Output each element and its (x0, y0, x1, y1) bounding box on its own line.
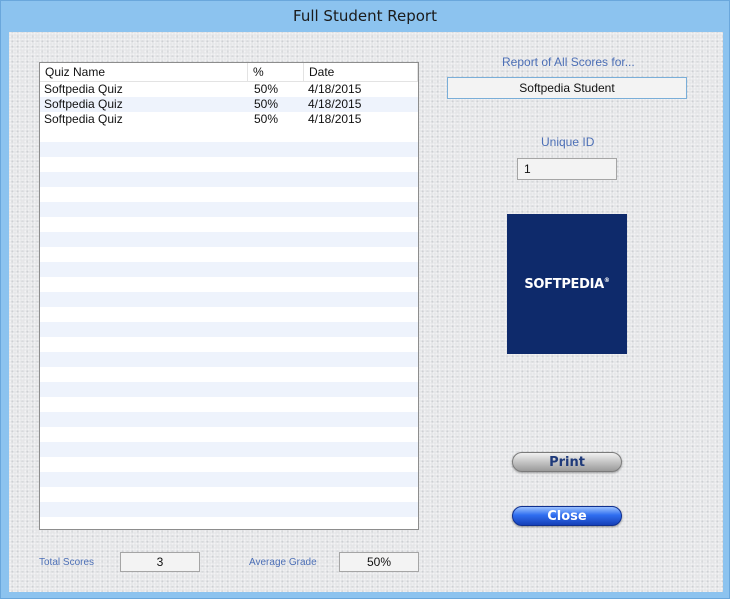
percent-cell: 50% (254, 112, 279, 126)
empty-row (40, 517, 418, 529)
table-row[interactable]: Softpedia Quiz 50% 4/18/2015 (40, 97, 418, 112)
close-button[interactable]: Close (512, 506, 622, 526)
empty-row (40, 457, 418, 472)
total-scores-label: Total Scores (39, 557, 95, 568)
logo-wordmark: SOFTPEDIA® (524, 276, 610, 292)
window-title: Full Student Report (293, 7, 437, 25)
list-header: Quiz Name % Date (40, 63, 418, 82)
empty-row (40, 337, 418, 352)
empty-row (40, 367, 418, 382)
empty-row (40, 502, 418, 517)
average-grade-field[interactable]: 50% (339, 552, 419, 572)
empty-row (40, 352, 418, 367)
empty-row (40, 172, 418, 187)
percent-cell: 50% (254, 97, 279, 111)
percent-cell: 50% (254, 82, 279, 96)
empty-row (40, 472, 418, 487)
unique-id-field[interactable]: 1 (517, 158, 617, 180)
empty-row (40, 382, 418, 397)
empty-row (40, 127, 418, 142)
date-cell: 4/18/2015 (308, 82, 362, 96)
empty-row (40, 187, 418, 202)
table-row[interactable]: Softpedia Quiz 50% 4/18/2015 (40, 112, 418, 127)
empty-row (40, 427, 418, 442)
quiz-name-cell: Softpedia Quiz (44, 97, 123, 111)
empty-row (40, 442, 418, 457)
report-window: Full Student Report Quiz Name % Date Sof… (0, 0, 730, 599)
average-grade-label: Average Grade (249, 557, 317, 568)
softpedia-logo: SOFTPEDIA® (507, 214, 627, 354)
scores-list[interactable]: Quiz Name % Date Softpedia Quiz 50% 4/18… (39, 62, 419, 530)
empty-row (40, 307, 418, 322)
date-cell: 4/18/2015 (308, 97, 362, 111)
total-scores-field[interactable]: 3 (120, 552, 200, 572)
date-cell: 4/18/2015 (308, 112, 362, 126)
empty-row (40, 157, 418, 172)
quiz-name-cell: Softpedia Quiz (44, 112, 123, 126)
print-button[interactable]: Print (512, 452, 622, 472)
empty-row-stripes (40, 127, 418, 529)
empty-row (40, 247, 418, 262)
empty-row (40, 142, 418, 157)
empty-row (40, 217, 418, 232)
empty-row (40, 322, 418, 337)
report-heading: Report of All Scores for... (502, 55, 635, 69)
empty-row (40, 277, 418, 292)
student-name-field[interactable]: Softpedia Student (447, 77, 687, 99)
list-body: Softpedia Quiz 50% 4/18/2015 Softpedia Q… (40, 82, 418, 127)
empty-row (40, 262, 418, 277)
empty-row (40, 397, 418, 412)
empty-row (40, 487, 418, 502)
empty-row (40, 292, 418, 307)
column-header-quiz-name[interactable]: Quiz Name (40, 63, 248, 81)
table-row[interactable]: Softpedia Quiz 50% 4/18/2015 (40, 82, 418, 97)
column-header-percent[interactable]: % (248, 63, 304, 81)
column-header-date[interactable]: Date (304, 63, 418, 81)
unique-id-label: Unique ID (541, 135, 595, 149)
client-area: Quiz Name % Date Softpedia Quiz 50% 4/18… (9, 32, 723, 592)
empty-row (40, 412, 418, 427)
quiz-name-cell: Softpedia Quiz (44, 82, 123, 96)
empty-row (40, 232, 418, 247)
empty-row (40, 202, 418, 217)
